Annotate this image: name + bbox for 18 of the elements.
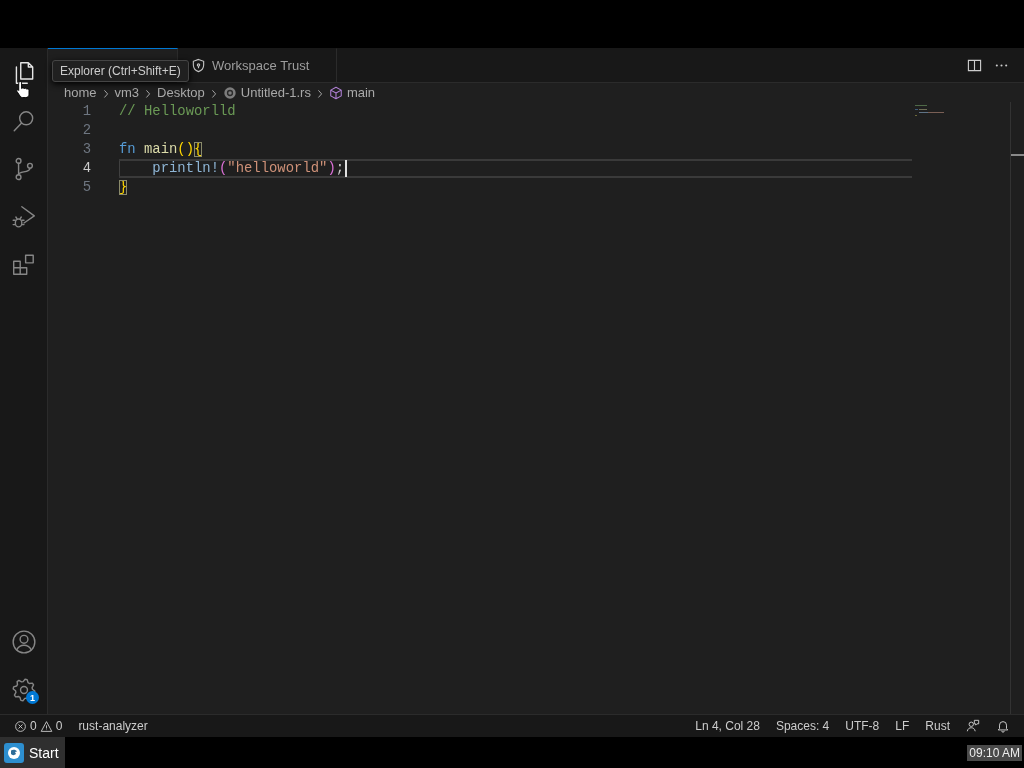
line-number: 2 (81, 121, 91, 140)
function-name: main (144, 142, 178, 157)
code-keyword: fn (119, 142, 136, 157)
update-count-badge: 1 (26, 691, 39, 704)
line-number: 3 (81, 140, 91, 159)
code-comment: // Helloworlld (119, 104, 236, 119)
line-number: 4 (81, 159, 91, 178)
bracket: () (177, 142, 194, 157)
macro-name: println! (152, 161, 219, 176)
error-count: 0 (30, 719, 37, 733)
tooltip: Explorer (Ctrl+Shift+E) (52, 60, 189, 82)
warning-count: 0 (55, 719, 63, 733)
line-number: 5 (81, 178, 91, 197)
punctuation: ; (335, 161, 345, 176)
line-number: 1 (81, 102, 91, 121)
bracket: ) (327, 161, 336, 176)
string-literal: "helloworld" (227, 161, 328, 176)
bracket: ( (219, 161, 228, 176)
